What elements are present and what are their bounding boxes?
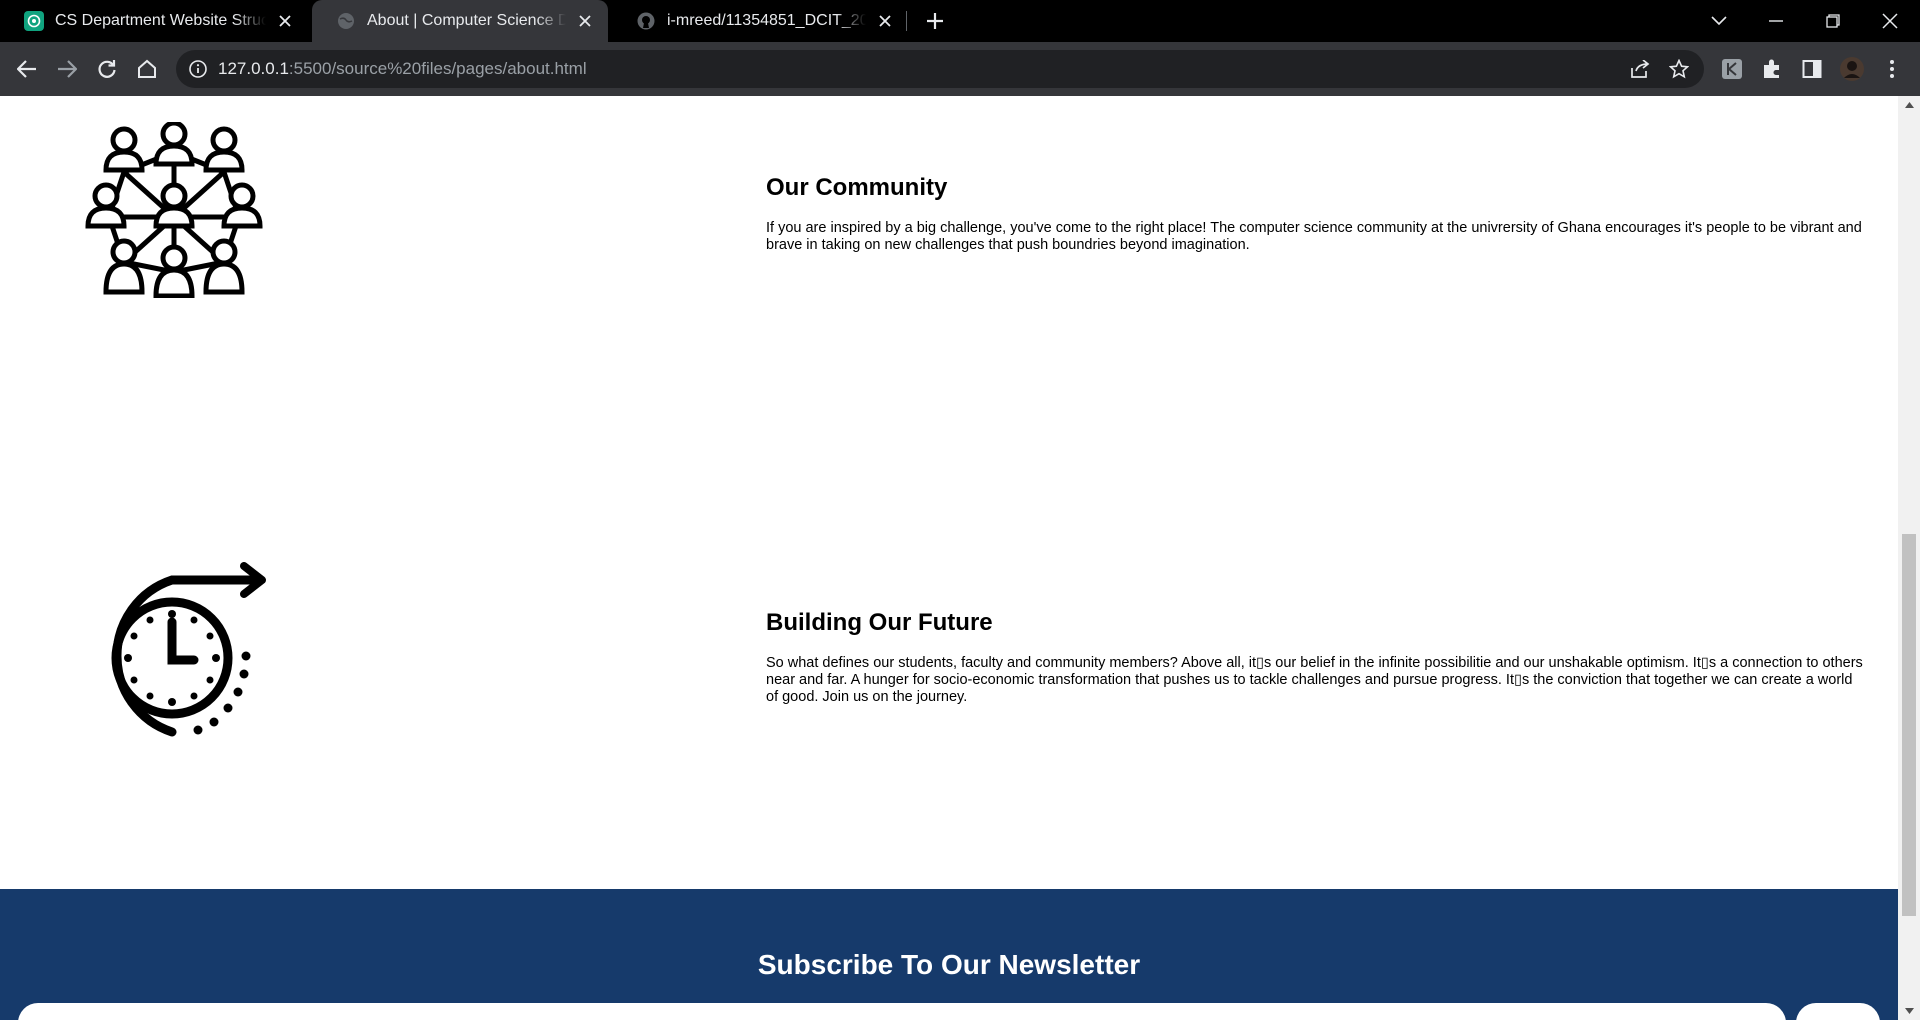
- share-button[interactable]: [1629, 58, 1651, 80]
- triangle-up-icon: [1904, 102, 1914, 108]
- close-tab-icon[interactable]: [274, 10, 296, 32]
- new-tab-button[interactable]: [920, 6, 950, 36]
- close-tab-icon[interactable]: [874, 10, 896, 32]
- reload-icon: [98, 60, 116, 78]
- extension-button[interactable]: [1719, 56, 1745, 82]
- github-icon: [637, 12, 655, 30]
- bookmark-button[interactable]: [1668, 58, 1690, 80]
- back-button[interactable]: [12, 54, 42, 84]
- scroll-down-button[interactable]: [1898, 1002, 1920, 1020]
- close-tab-icon[interactable]: [574, 10, 596, 32]
- side-panel-button[interactable]: [1799, 56, 1825, 82]
- chatgpt-icon: [24, 11, 44, 31]
- avatar: [1840, 57, 1864, 81]
- scroll-up-button[interactable]: [1898, 96, 1920, 114]
- clock-arrow-icon: [111, 562, 266, 737]
- profile-button[interactable]: [1839, 56, 1865, 82]
- forward-button[interactable]: [52, 54, 82, 84]
- newsletter-heading: Subscribe To Our Newsletter: [757, 949, 1141, 980]
- future-heading: Building Our Future: [766, 609, 993, 636]
- url-host: 127.0.0.1: [218, 59, 289, 78]
- browser-toolbar: 127.0.0.1:5500/source%20files/pages/abou…: [0, 42, 1920, 96]
- menu-button[interactable]: [1879, 56, 1905, 82]
- community-section: Our Community If you are inspired by a b…: [766, 174, 1866, 254]
- close-window-button[interactable]: [1862, 0, 1918, 42]
- tab-search-button[interactable]: [1691, 0, 1747, 42]
- extension-k-icon: [1722, 59, 1742, 79]
- tab-title: About | Computer Science Depa: [367, 12, 566, 29]
- minimize-icon: [1769, 20, 1783, 22]
- home-button[interactable]: [132, 54, 162, 84]
- puzzle-icon: [1764, 59, 1779, 78]
- extensions-menu-button[interactable]: [1759, 56, 1785, 82]
- tab-cs-structure[interactable]: CS Department Website Structur: [0, 0, 308, 42]
- globe-icon: [338, 13, 354, 29]
- minimize-button[interactable]: [1748, 0, 1804, 42]
- newsletter-subscribe-button[interactable]: [1796, 1003, 1880, 1020]
- tab-github[interactable]: i-mreed/11354851_DCIT_205_IA: [612, 0, 908, 42]
- scroll-thumb[interactable]: [1902, 534, 1916, 916]
- community-network-icon: [85, 122, 263, 298]
- tab-separator: [906, 11, 907, 31]
- page-scrollbar[interactable]: [1898, 96, 1920, 1020]
- restore-icon: [1826, 14, 1840, 28]
- tab-title: CS Department Website Structur: [55, 12, 266, 29]
- url-path: :5500/source%20files/pages/about.html: [288, 59, 587, 78]
- future-section: Building Our Future So what defines our …: [766, 609, 1866, 706]
- info-icon[interactable]: [188, 59, 208, 79]
- chevron-down-icon: [1711, 16, 1727, 26]
- page-viewport: Our Community If you are inspired by a b…: [0, 96, 1898, 1020]
- star-icon: [1669, 59, 1689, 79]
- arrow-right-icon: [58, 60, 77, 78]
- arrow-left-icon: [17, 60, 36, 78]
- tab-title: i-mreed/11354851_DCIT_205_IA: [667, 12, 866, 29]
- restore-button[interactable]: [1805, 0, 1861, 42]
- share-icon: [1631, 60, 1650, 78]
- home-icon: [138, 59, 156, 78]
- reload-button[interactable]: [92, 54, 122, 84]
- side-panel-icon: [1802, 60, 1822, 78]
- community-text: If you are inspired by a big challenge, …: [766, 220, 1862, 253]
- close-icon: [1882, 13, 1898, 29]
- future-text: So what defines our students, faculty an…: [766, 655, 1863, 705]
- tab-about[interactable]: About | Computer Science Depa: [312, 0, 608, 42]
- triangle-down-icon: [1904, 1008, 1914, 1014]
- newsletter-section: Subscribe To Our Newsletter: [0, 889, 1898, 1020]
- url-text[interactable]: 127.0.0.1:5500/source%20files/pages/abou…: [218, 50, 587, 88]
- newsletter-email-input[interactable]: [18, 1003, 1786, 1020]
- plus-icon: [927, 13, 943, 29]
- address-bar[interactable]: 127.0.0.1:5500/source%20files/pages/abou…: [176, 50, 1704, 88]
- more-vertical-icon: [1890, 60, 1894, 78]
- community-heading: Our Community: [766, 174, 948, 201]
- tab-strip: CS Department Website Structur About | C…: [0, 0, 1920, 42]
